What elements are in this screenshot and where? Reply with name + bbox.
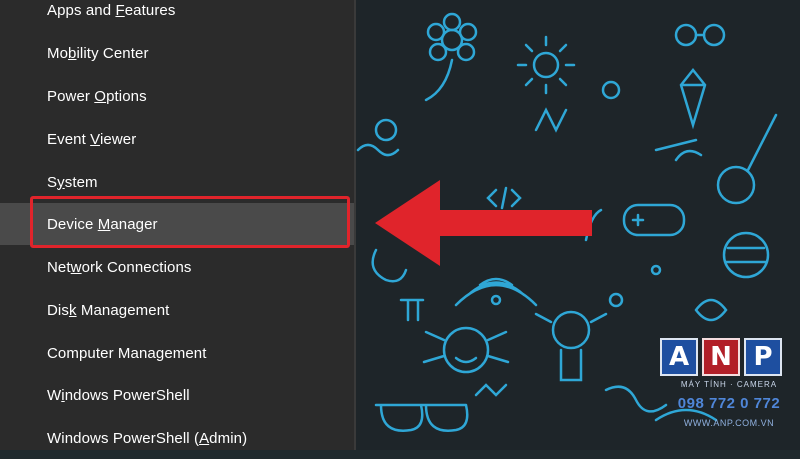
logo-letter-n: N — [702, 338, 740, 376]
highlight-box-device-manager — [30, 196, 350, 248]
menu-item-network-connections[interactable]: Network Connections — [0, 246, 354, 288]
menu-item-windows-powershell-admin[interactable]: Windows PowerShell (Admin) — [0, 417, 354, 459]
menu-item-mobility-center[interactable]: Mobility Center — [0, 32, 354, 74]
logo-url: WWW.ANP.COM.VN — [683, 418, 775, 428]
menu-item-computer-management[interactable]: Computer Management — [0, 332, 354, 374]
menu-item-disk-management[interactable]: Disk Management — [0, 289, 354, 331]
menu-item-event-viewer[interactable]: Event Viewer — [0, 118, 354, 160]
logo-tagline: MÁY TÍNH · CAMERA — [680, 380, 778, 389]
menu-item-apps-and-features[interactable]: Apps and Features — [0, 0, 354, 31]
logo-phone: 098 772 0 772 — [677, 395, 781, 412]
menu-item-windows-powershell[interactable]: Windows PowerShell — [0, 374, 354, 416]
logo-letter-a: A — [660, 338, 698, 376]
anp-watermark-logo: A N P MÁY TÍNH · CAMERA 098 772 0 772 WW… — [660, 338, 796, 438]
logo-letters: A N P — [660, 338, 782, 376]
red-arrow-pointer — [375, 180, 592, 266]
logo-letter-p: P — [744, 338, 782, 376]
menu-item-power-options[interactable]: Power Options — [0, 75, 354, 117]
